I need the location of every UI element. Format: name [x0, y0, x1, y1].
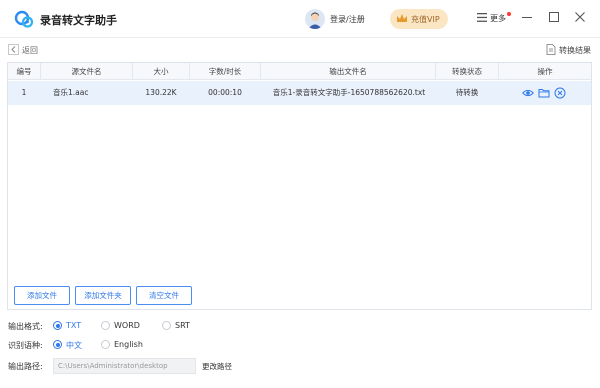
document-icon: [546, 44, 556, 55]
format-radio-txt[interactable]: [53, 321, 62, 330]
folder-icon[interactable]: [538, 87, 550, 99]
back-arrow-icon: [8, 44, 19, 55]
user-avatar[interactable]: [305, 9, 325, 29]
results-label: 转换结果: [559, 46, 591, 55]
language-radio-chinese[interactable]: [53, 340, 62, 349]
maximize-icon[interactable]: [547, 10, 561, 24]
language-option-chinese[interactable]: 中文: [66, 340, 82, 351]
cell-status: 待转换: [455, 88, 479, 97]
minimize-icon[interactable]: [520, 10, 534, 24]
vip-label: 充值VIP: [411, 15, 440, 24]
column-header-output: 输出文件名: [329, 67, 367, 76]
column-header-size: 大小: [153, 67, 169, 76]
more-menu[interactable]: 更多: [490, 13, 506, 24]
add-folder-button[interactable]: 添加文件夹: [75, 286, 131, 305]
language-radio-english[interactable]: [101, 340, 110, 349]
format-label: 输出格式:: [8, 322, 43, 331]
app-logo-icon: [14, 10, 34, 28]
clear-files-button[interactable]: 清空文件: [136, 286, 192, 305]
app-title: 录音转文字助手: [40, 14, 117, 27]
close-icon[interactable]: [573, 10, 587, 24]
back-label: 返回: [22, 46, 38, 55]
notification-badge: [507, 12, 511, 16]
language-option-english[interactable]: English: [114, 340, 143, 349]
preview-eye-icon[interactable]: [522, 87, 534, 99]
format-radio-srt[interactable]: [162, 321, 171, 330]
avatar-icon: [308, 12, 322, 29]
column-header-status: 转换状态: [452, 67, 482, 76]
format-option-txt[interactable]: TXT: [66, 321, 81, 330]
column-header-index: 编号: [16, 67, 32, 76]
column-header-duration: 字数/时长: [208, 67, 242, 76]
column-header-source: 源文件名: [71, 67, 102, 76]
add-file-button[interactable]: 添加文件: [14, 286, 70, 305]
format-radio-word[interactable]: [101, 321, 110, 330]
delete-icon[interactable]: [554, 87, 566, 99]
table-header: 编号 源文件名 大小 字数/时长 输出文件名 转换状态 操作: [8, 63, 591, 80]
column-header-actions: 操作: [537, 67, 553, 76]
table-row[interactable]: 1 音乐1.aac 130.22K 00:00:10 音乐1-录音转文字助手-1…: [8, 81, 591, 105]
cell-output: 音乐1-录音转文字助手-1650788562620.txt: [272, 88, 426, 97]
change-path-link[interactable]: 更改路径: [202, 361, 232, 372]
crown-icon: [397, 14, 407, 22]
cell-duration: 00:00:10: [208, 88, 242, 97]
title-bar: 录音转文字助手 登录/注册 充值VIP 更多: [0, 0, 600, 38]
format-option-word[interactable]: WORD: [114, 321, 140, 330]
format-option-srt[interactable]: SRT: [175, 321, 190, 330]
cell-index: 1: [21, 88, 27, 97]
cell-size: 130.22K: [145, 88, 177, 97]
path-label: 输出路径:: [8, 362, 43, 371]
login-link[interactable]: 登录/注册: [330, 14, 365, 25]
cell-source: 音乐1.aac: [53, 88, 89, 97]
language-label: 识别语种:: [8, 341, 43, 350]
file-table-panel: 编号 源文件名 大小 字数/时长 输出文件名 转换状态 操作 1 音乐1.aac…: [7, 62, 592, 310]
vip-button[interactable]: 充值VIP: [390, 9, 448, 29]
output-path-field[interactable]: [53, 358, 196, 374]
menu-icon[interactable]: [477, 13, 487, 22]
